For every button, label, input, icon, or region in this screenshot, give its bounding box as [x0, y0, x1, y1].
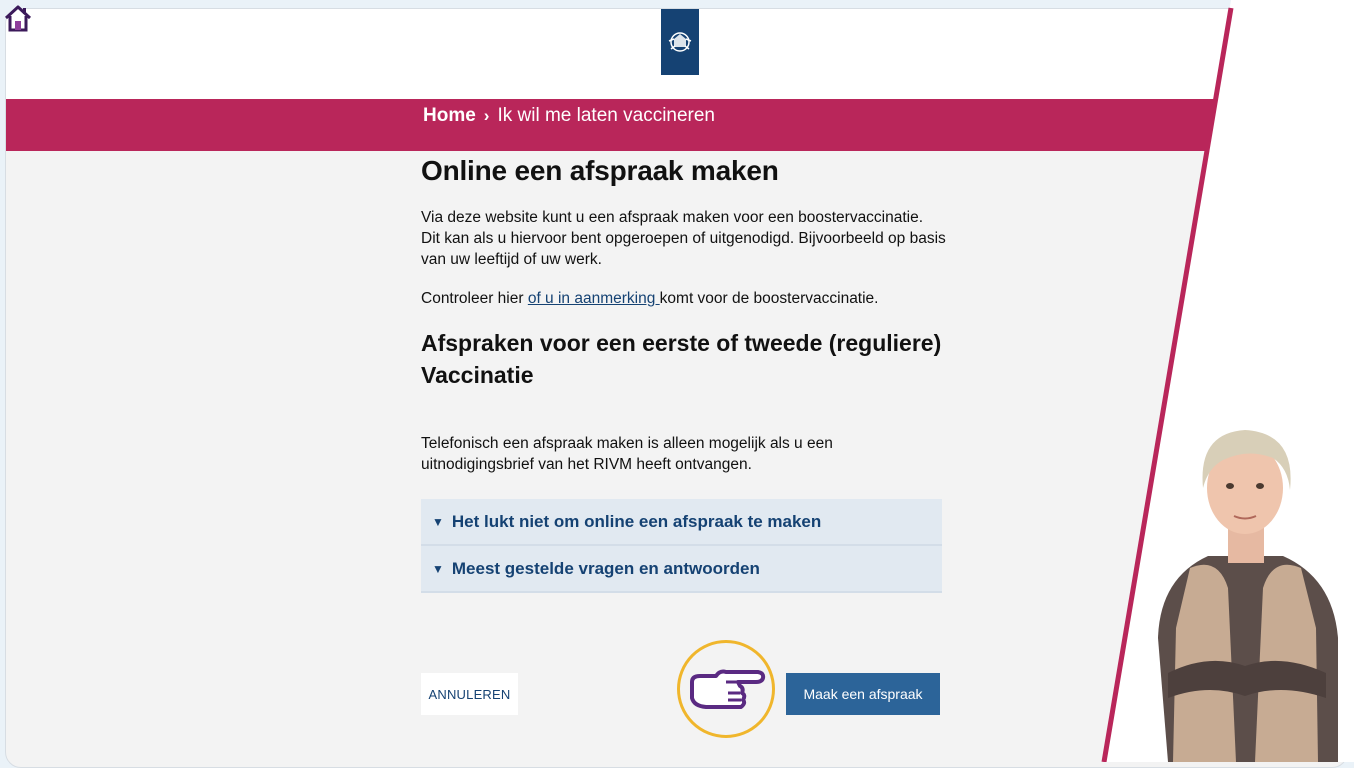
home-icon[interactable]: [3, 3, 33, 33]
intro-text: Via deze website kunt u een afspraak mak…: [421, 209, 946, 268]
eligibility-link[interactable]: of u in aanmerking: [528, 290, 660, 307]
phone-text: Telefonisch een afspraak maken is alleen…: [421, 435, 833, 473]
main-content: Online een afspraak maken Via deze websi…: [421, 155, 946, 593]
chevron-down-icon: ▼: [432, 561, 444, 576]
make-appointment-button[interactable]: Maak een afspraak: [786, 673, 940, 715]
eligibility-text: Controleer hier of u in aanmerking komt …: [421, 288, 946, 309]
accordion-item-faq[interactable]: ▼ Meest gestelde vragen en antwoorden: [421, 546, 942, 593]
accordion: ▼ Het lukt niet om online een afspraak t…: [421, 499, 942, 593]
highlight-ring: [677, 640, 775, 738]
eligibility-suffix: komt voor de boostervaccinatie.: [659, 290, 879, 307]
breadcrumb: Home › Ik wil me laten vaccineren: [423, 105, 715, 127]
page-title: Online een afspraak maken: [421, 155, 779, 186]
pointing-hand-icon: [690, 669, 766, 709]
chevron-down-icon: ▼: [432, 514, 444, 529]
breadcrumb-current[interactable]: Ik wil me laten vaccineren: [497, 105, 715, 127]
site-header: [6, 9, 1347, 99]
section-title: Afspraken voor een eerste of tweede (reg…: [421, 330, 942, 388]
coat-of-arms-icon: [668, 32, 692, 52]
presenter-illustration: [1158, 430, 1338, 762]
cancel-button[interactable]: ANNULEREN: [421, 673, 518, 715]
accordion-item-online-problem[interactable]: ▼ Het lukt niet om online een afspraak t…: [421, 499, 942, 546]
breadcrumb-home[interactable]: Home: [423, 105, 476, 127]
rijksoverheid-logo[interactable]: [661, 9, 699, 75]
accordion-label: Het lukt niet om online een afspraak te …: [451, 511, 822, 531]
accordion-label: Meest gestelde vragen en antwoorden: [451, 558, 760, 578]
eligibility-prefix: Controleer hier: [421, 290, 528, 307]
breadcrumb-separator-icon: ›: [483, 106, 490, 125]
